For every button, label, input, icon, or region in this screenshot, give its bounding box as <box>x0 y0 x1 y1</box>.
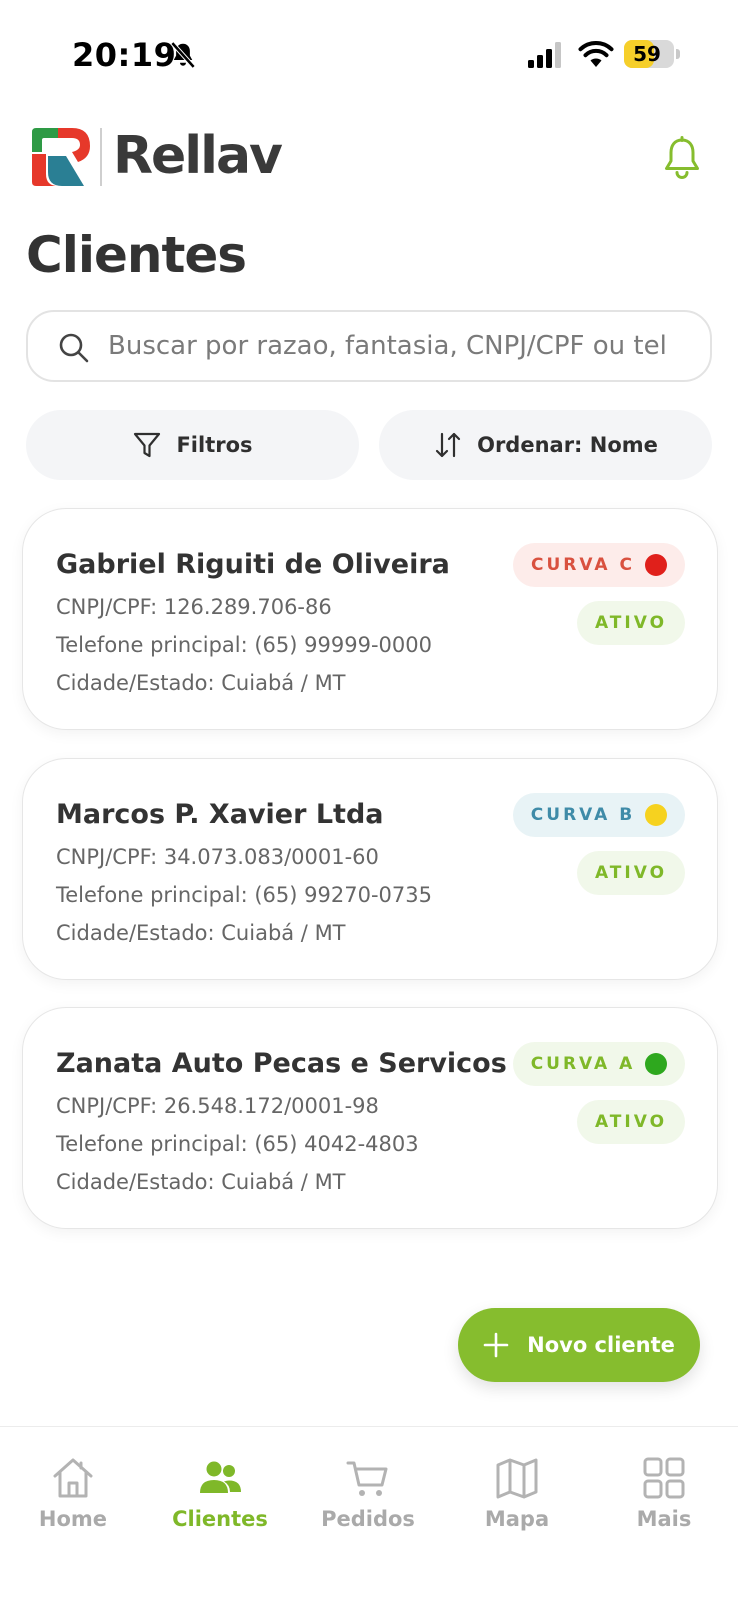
client-phone: Telefone principal: (65) 99270-0735 <box>56 883 432 907</box>
battery-cap <box>676 49 680 59</box>
brand-name: Rellav <box>113 126 283 186</box>
page-title: Clientes <box>26 226 247 284</box>
nav-label: Mapa <box>484 1507 550 1531</box>
status-bar: 20:19 59 <box>0 0 738 108</box>
client-name: Zanata Auto Pecas e Servicos <box>56 1048 507 1079</box>
nav-item-mais[interactable]: Mais <box>594 1455 734 1545</box>
battery-indicator: 59 <box>624 40 674 68</box>
client-document: CNPJ/CPF: 26.548.172/0001-98 <box>56 1094 379 1118</box>
curve-badge: CURVA A <box>513 1042 685 1086</box>
curve-label: CURVA B <box>530 805 636 825</box>
nav-label: Home <box>38 1507 108 1531</box>
client-city: Cidade/Estado: Cuiabá / MT <box>56 921 346 945</box>
curve-badge: CURVA B <box>513 793 685 837</box>
status-badge: ATIVO <box>577 851 685 895</box>
sort-label: Ordenar: Nome <box>477 433 658 457</box>
client-phone: Telefone principal: (65) 99999-0000 <box>56 633 432 657</box>
status-badge: ATIVO <box>577 601 685 645</box>
filters-label: Filtros <box>176 433 253 457</box>
curve-label: CURVA C <box>531 555 635 575</box>
sort-button[interactable]: Ordenar: Nome <box>379 410 712 480</box>
client-document: CNPJ/CPF: 34.073.083/0001-60 <box>56 845 379 869</box>
client-card[interactable]: Gabriel Riguiti de Oliveira CNPJ/CPF: 12… <box>22 508 718 730</box>
notification-bell-icon[interactable] <box>662 136 702 180</box>
nav-label: Pedidos <box>321 1507 415 1531</box>
client-name: Gabriel Riguiti de Oliveira <box>56 549 450 580</box>
new-client-button[interactable]: Novo cliente <box>458 1308 700 1382</box>
green-circle-icon <box>645 1053 668 1075</box>
status-time: 20:19 <box>72 36 177 74</box>
curve-label: CURVA A <box>530 1054 636 1074</box>
search-box[interactable] <box>26 310 712 382</box>
clients-screen: 20:19 59 Rellav Clientes Buscar por raza… <box>0 0 738 1600</box>
new-client-label: Novo cliente <box>527 1333 675 1357</box>
client-card[interactable]: Zanata Auto Pecas e Servicos CNPJ/CPF: 2… <box>22 1007 718 1229</box>
nav-label: Mais <box>636 1507 692 1531</box>
filters-button[interactable]: Filtros <box>26 410 359 480</box>
rellav-logo-icon <box>32 128 90 186</box>
client-card[interactable]: Marcos P. Xavier Ltda CNPJ/CPF: 34.073.0… <box>22 758 718 980</box>
plus-icon <box>483 1332 509 1358</box>
client-city: Cidade/Estado: Cuiabá / MT <box>56 671 346 695</box>
client-name: Marcos P. Xavier Ltda <box>56 799 384 830</box>
sort-arrows-icon <box>435 432 461 458</box>
search-icon <box>59 333 89 363</box>
yellow-circle-icon <box>645 804 668 826</box>
client-city: Cidade/Estado: Cuiabá / MT <box>56 1170 346 1194</box>
curve-badge: CURVA C <box>513 543 685 587</box>
battery-level: 59 <box>633 42 661 66</box>
filter-icon <box>134 432 161 458</box>
bottom-navigation: Home Clientes Pedidos Mapa Mais <box>0 1426 738 1600</box>
map-icon <box>496 1458 538 1499</box>
users-icon <box>200 1461 241 1493</box>
client-phone: Telefone principal: (65) 4042-4803 <box>56 1132 419 1156</box>
logo-divider <box>100 128 102 186</box>
cellular-signal-icon <box>528 42 561 68</box>
red-circle-icon <box>644 554 667 576</box>
grid-icon <box>643 1457 685 1499</box>
client-document: CNPJ/CPF: 126.289.706-86 <box>56 595 332 619</box>
cart-icon <box>346 1461 388 1496</box>
nav-item-pedidos[interactable]: Pedidos <box>298 1455 438 1545</box>
nav-label: Clientes <box>172 1507 268 1531</box>
search-input[interactable] <box>108 322 698 370</box>
wifi-icon <box>578 41 614 67</box>
status-badge: ATIVO <box>577 1100 685 1144</box>
nav-item-home[interactable]: Home <box>3 1455 143 1545</box>
nav-item-clientes[interactable]: Clientes <box>150 1455 290 1545</box>
bell-off-icon <box>170 41 196 69</box>
home-icon <box>53 1458 93 1498</box>
nav-item-mapa[interactable]: Mapa <box>447 1455 587 1545</box>
